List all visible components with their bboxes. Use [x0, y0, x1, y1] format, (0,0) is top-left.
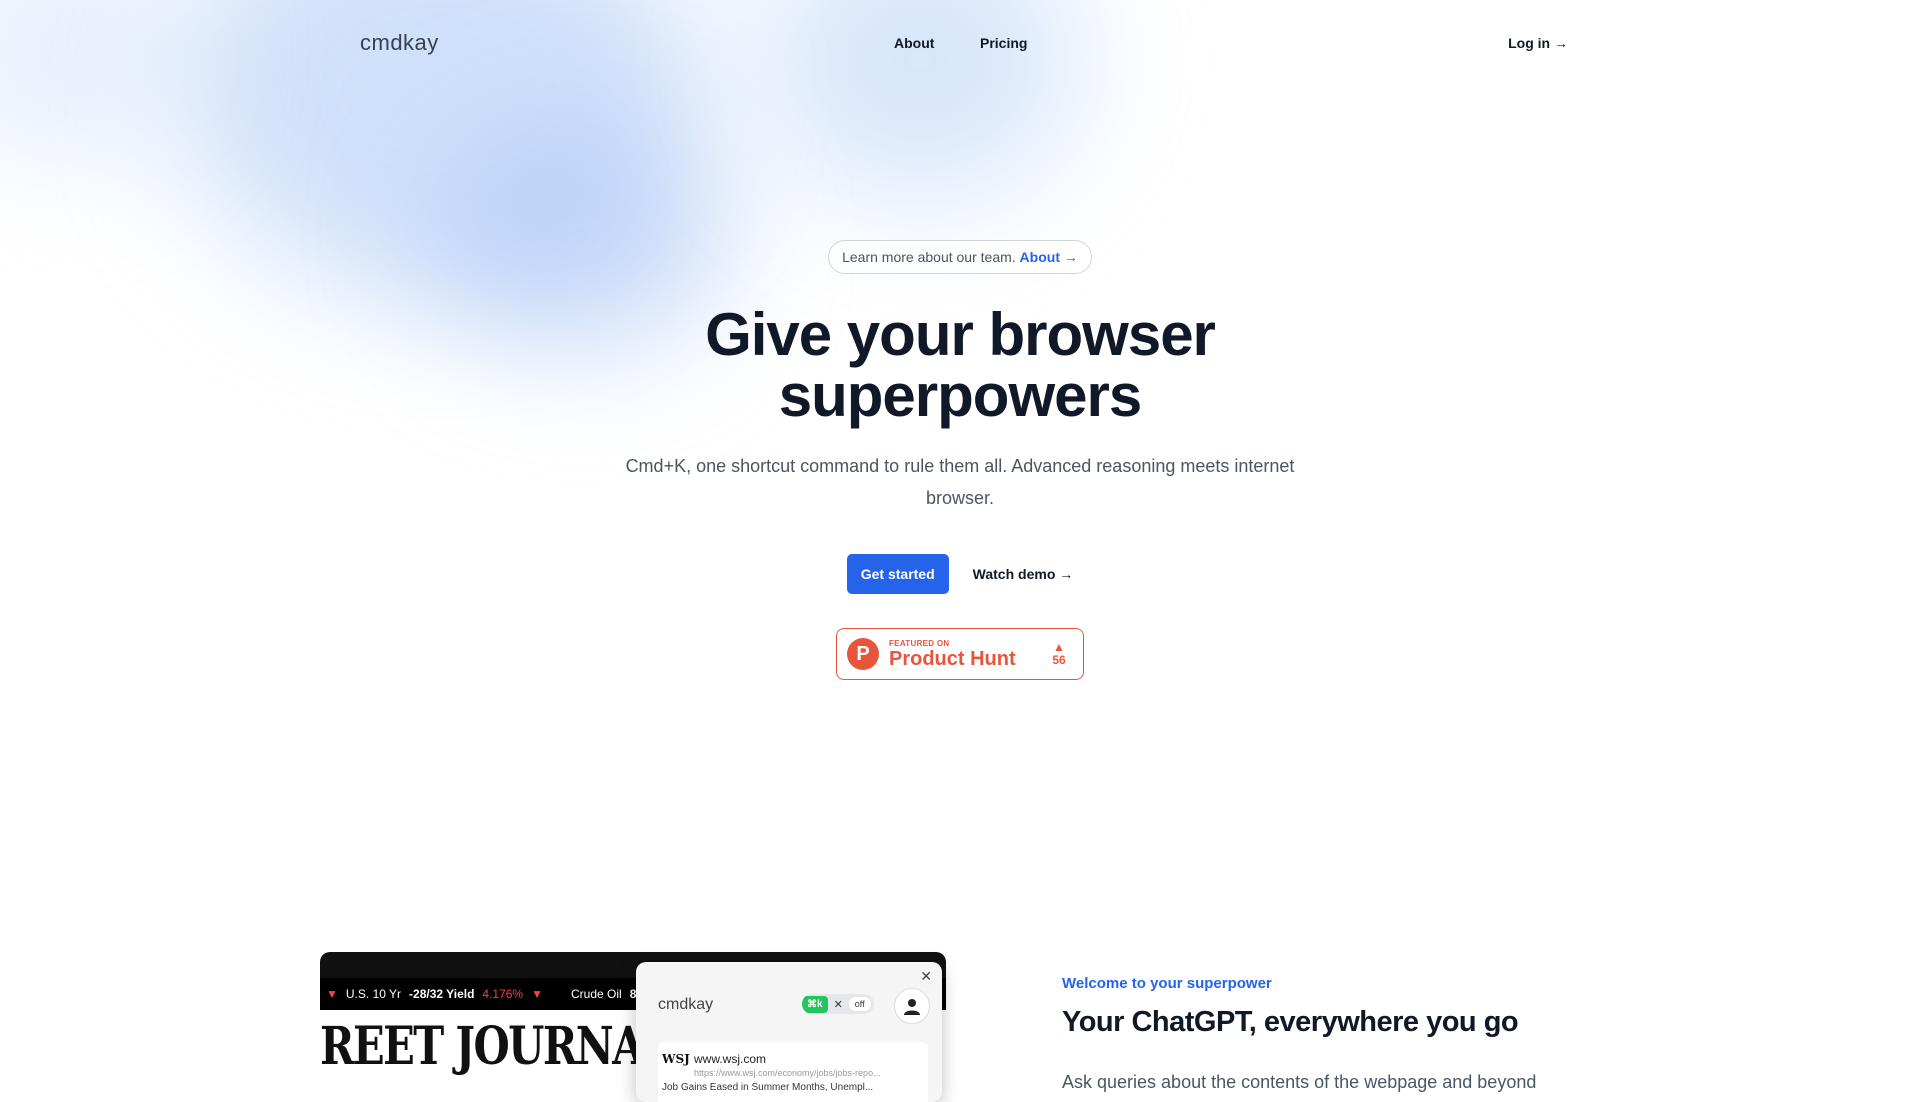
ticker-item-change: 4.176%: [482, 987, 524, 1001]
feature-body: Ask queries about the contents of the we…: [1062, 1072, 1537, 1092]
product-hunt-name: Product Hunt: [889, 647, 1016, 670]
announcement-text: Learn more about our team.: [842, 249, 1016, 265]
product-hunt-icon: P: [847, 638, 879, 670]
headline-line-2: superpowers: [778, 362, 1142, 429]
watch-demo-button[interactable]: Watch demo →: [973, 566, 1074, 582]
popup-source-card: WSJ www.wsj.com https://www.wsj.com/econ…: [658, 1042, 928, 1102]
cta-row: Get started Watch demo →: [0, 554, 1920, 594]
down-arrow-icon: ▼: [326, 987, 338, 1001]
nav-link-about[interactable]: About: [894, 35, 934, 51]
announcement-pill: Learn more about our team. About →: [828, 240, 1092, 274]
product-hunt-text: FEATURED ON Product Hunt: [889, 639, 1045, 670]
popup-toggle: ⌘k ✕ off: [802, 994, 874, 1014]
toggle-x-icon: ✕: [833, 998, 843, 1011]
demo-cmdkay-popup: ✕ cmdkay ⌘k ✕ off WSJ www.wsj.com https:…: [636, 962, 942, 1102]
get-started-button[interactable]: Get started: [846, 554, 949, 594]
hero-subtitle: Cmd+K, one shortcut command to rule them…: [625, 456, 1295, 508]
product-hunt-row: P FEATURED ON Product Hunt ▲ 56: [0, 628, 1920, 680]
hero-headline: Give your browser superpowers: [0, 304, 1920, 426]
headline-line-1: Give your browser: [705, 301, 1216, 368]
hero-subtitle-row: Cmd+K, one shortcut command to rule them…: [0, 450, 1920, 514]
nav-link-pricing[interactable]: Pricing: [980, 35, 1027, 51]
upvote-triangle-icon: ▲: [1053, 640, 1065, 654]
demo-journal-masthead: REET JOURNAL.: [320, 1016, 685, 1077]
product-hunt-badge[interactable]: P FEATURED ON Product Hunt ▲ 56: [836, 628, 1084, 680]
ticker-item-label: U.S. 10 Yr: [345, 987, 402, 1001]
product-hunt-vote-count: 56: [1052, 653, 1066, 667]
source-url: https://www.wsj.com/economy/jobs/jobs-re…: [694, 1068, 881, 1078]
down-arrow-icon: ▼: [531, 987, 543, 1001]
source-headline: Job Gains Eased in Summer Months, Unempl…: [662, 1082, 874, 1093]
feature-title: Your ChatGPT, everywhere you go: [1062, 1006, 1519, 1038]
popup-logo: cmdkay: [658, 996, 714, 1013]
feature-eyebrow: Welcome to your superpower: [1062, 975, 1272, 992]
product-hunt-featured-label: FEATURED ON: [889, 638, 950, 648]
announcement-row: Learn more about our team. About →: [0, 240, 1920, 274]
toggle-state: off: [848, 997, 871, 1011]
top-nav: cmdkay About Pricing Log in →: [0, 0, 1920, 90]
login-link[interactable]: Log in →: [1508, 35, 1568, 51]
ticker-item-value: -28/32 Yield: [409, 987, 475, 1001]
source-domain: www.wsj.com: [694, 1052, 767, 1066]
shortcut-key: ⌘k: [802, 995, 828, 1013]
product-hunt-votes: ▲ 56: [1045, 641, 1073, 667]
user-avatar-icon: [894, 988, 930, 1024]
ticker-item-label: Crude Oil: [571, 987, 622, 1001]
announcement-about-link[interactable]: About →: [1020, 249, 1078, 265]
site-logo[interactable]: cmdkay: [360, 30, 439, 56]
wsj-favicon: WSJ: [662, 1052, 690, 1066]
close-icon: ✕: [920, 968, 932, 984]
